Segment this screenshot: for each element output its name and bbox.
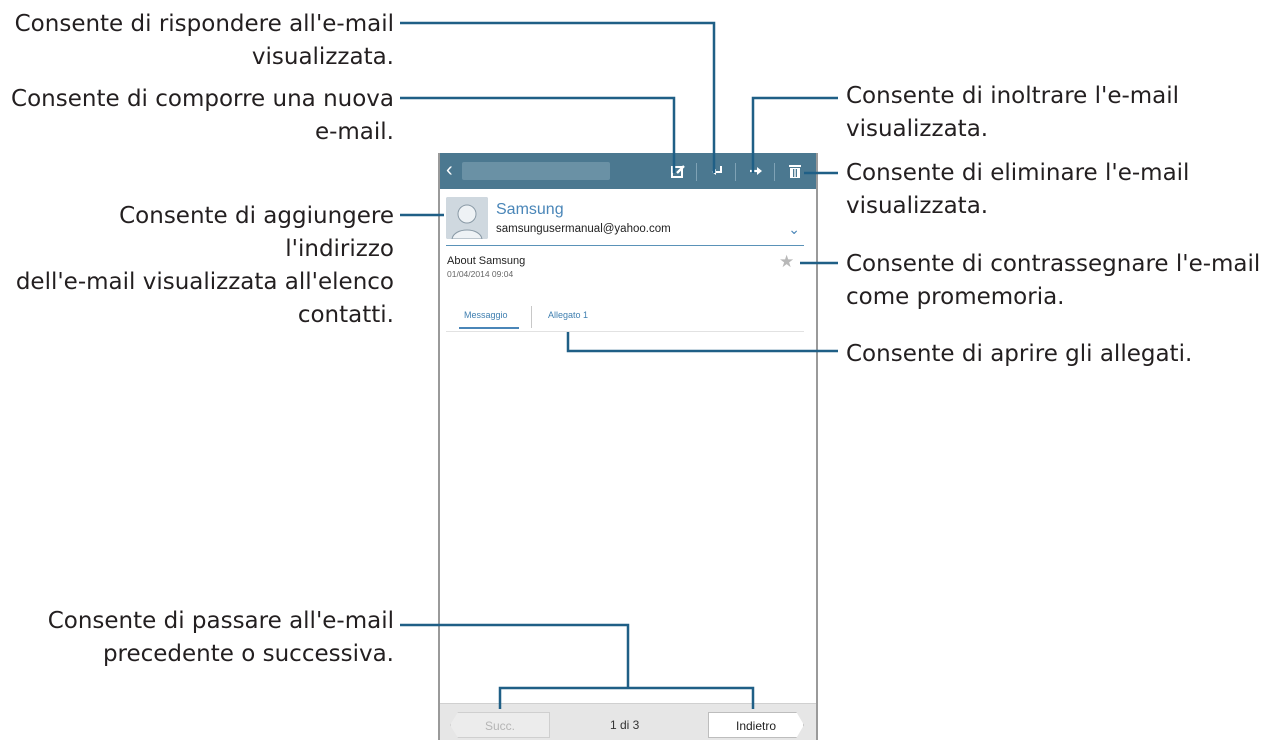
leader-attachments: [566, 332, 838, 353]
leader-bracket: [498, 686, 755, 709]
leader-lines: [400, 21, 838, 709]
leader-compose: [400, 96, 676, 173]
leader-forward: [751, 96, 838, 173]
leader-prev-next: [400, 623, 630, 688]
